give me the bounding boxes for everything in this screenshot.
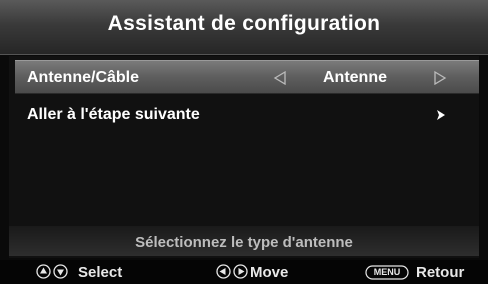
left-circle-icon <box>216 264 231 279</box>
select-label: Select <box>78 264 123 281</box>
triangle-right-outline-icon[interactable] <box>433 71 447 85</box>
up-circle-icon <box>36 264 51 279</box>
menu-item-antenna-cable[interactable]: Antenne/Câble Antenne <box>15 60 479 94</box>
hint-bar: Sélectionnez le type d'antenne <box>9 226 479 256</box>
menu-item-value: Antenne <box>323 69 387 86</box>
triangle-left-outline-icon[interactable] <box>273 71 287 85</box>
menu-item-label: Aller à l'étape suivante <box>27 106 200 123</box>
footer-move-hint: Move <box>216 263 326 281</box>
menu-item-label: Antenne/Câble <box>27 69 140 86</box>
move-label: Move <box>250 264 289 281</box>
menu-item-next-step[interactable]: Aller à l'étape suivante <box>15 98 479 132</box>
footer-bar: Select Move MENU Retour <box>0 260 488 284</box>
page-title: Assistant de configuration <box>107 12 381 35</box>
setup-wizard-screen: Assistant de configuration Antenne/Câble… <box>0 0 488 284</box>
footer-select-hint: Select <box>36 263 156 281</box>
footer-back-hint: MENU Retour <box>365 263 485 281</box>
title-bar: Assistant de configuration <box>0 0 488 55</box>
right-circle-icon <box>233 264 248 279</box>
back-label: Retour <box>416 264 465 281</box>
down-circle-icon <box>53 264 68 279</box>
chevron-right-icon <box>437 110 445 120</box>
menu-key-label: MENU <box>373 267 401 277</box>
hint-text: Sélectionnez le type d'antenne <box>135 234 353 251</box>
